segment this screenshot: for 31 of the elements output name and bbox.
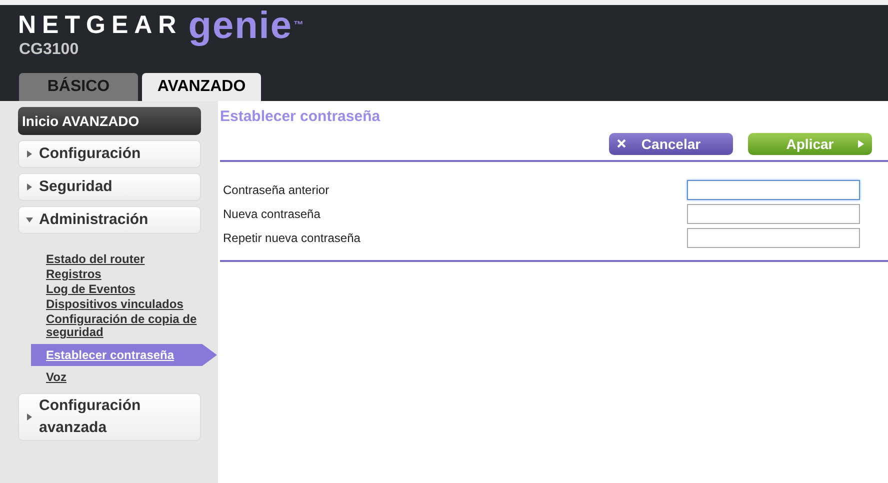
menu-section[interactable]: Seguridad xyxy=(18,173,201,201)
password-field[interactable] xyxy=(687,204,860,224)
submenu-link[interactable]: Estado del router xyxy=(18,253,201,266)
model-name: CG3100 xyxy=(18,41,79,59)
field-label: Contraseña anterior xyxy=(222,182,330,199)
caret-right-icon xyxy=(26,414,33,420)
caret-down-icon xyxy=(26,216,33,224)
menu-section[interactable]: Administración xyxy=(18,206,201,234)
submenu-link[interactable]: Establecer contraseña xyxy=(31,344,217,366)
submenu-link[interactable]: Dispositivos vinculados xyxy=(18,298,201,311)
submenu-link[interactable]: Voz xyxy=(18,371,201,384)
field-label: Nueva contraseña xyxy=(222,206,320,223)
tab[interactable]: BÁSICO xyxy=(19,73,138,101)
submenu-link[interactable]: Registros xyxy=(18,268,201,281)
product-logo: genie™ xyxy=(188,6,304,46)
home-link[interactable]: Inicio AVANZADO xyxy=(18,107,201,135)
menu-section[interactable]: Configuración avanzada xyxy=(18,393,201,441)
brand-logo: NETGEAR xyxy=(18,13,182,38)
page-title: Establecer contraseña xyxy=(220,108,380,126)
tab[interactable]: AVANZADO xyxy=(142,73,261,101)
play-arrow-icon xyxy=(858,140,864,148)
caret-right-icon xyxy=(26,150,33,158)
field-label: Repetir nueva contraseña xyxy=(222,230,360,247)
password-field[interactable] xyxy=(687,228,860,248)
submenu-link[interactable]: Log de Eventos xyxy=(18,283,201,296)
password-field[interactable] xyxy=(687,180,860,200)
submenu-link[interactable]: Configuración de copia de seguridad xyxy=(18,313,201,339)
caret-right-icon xyxy=(26,184,33,190)
menu-section[interactable]: Configuración xyxy=(18,140,201,168)
trademark-sign: ™ xyxy=(293,20,304,31)
cancel-button[interactable]: Cancelar xyxy=(609,133,733,155)
